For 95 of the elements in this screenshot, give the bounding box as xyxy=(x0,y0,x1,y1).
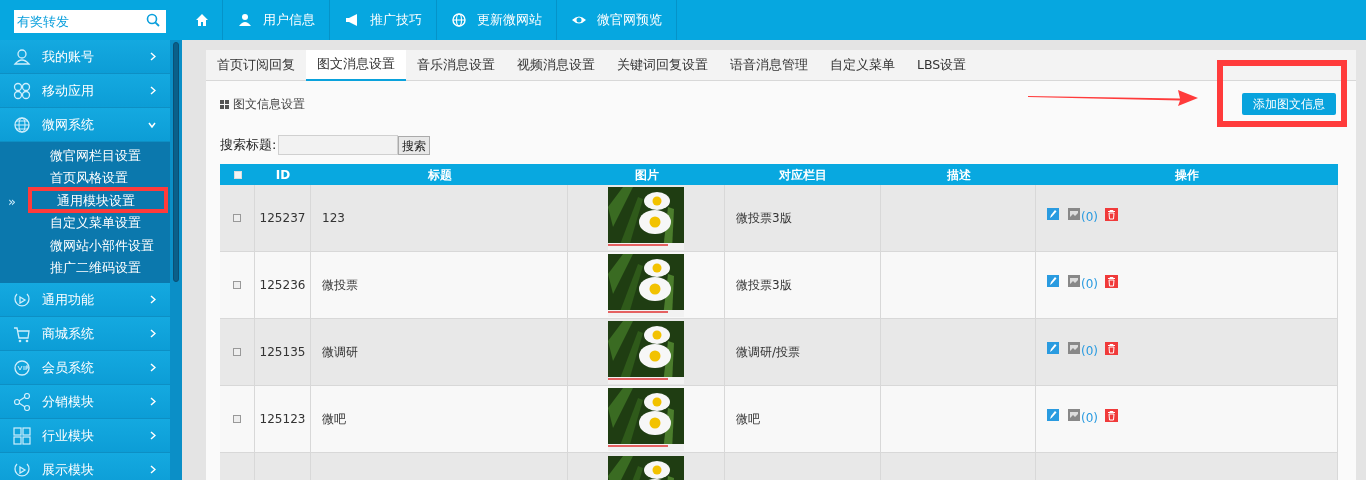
submenu-item[interactable]: 首页风格设置 xyxy=(50,169,128,189)
person-icon xyxy=(13,47,31,66)
chevron-right-icon xyxy=(150,86,156,95)
column-header: 对应栏目 xyxy=(779,166,827,184)
person-icon xyxy=(237,12,253,28)
edit-icon[interactable] xyxy=(1047,342,1059,354)
table-cell-text: 123 xyxy=(322,210,345,227)
title-search-field[interactable] xyxy=(278,135,399,155)
home-icon xyxy=(194,12,210,28)
sidebar-item[interactable]: 通用功能 xyxy=(0,283,170,317)
table-cell-text: 微吧 xyxy=(736,411,760,428)
tab[interactable]: 图文消息设置 xyxy=(306,50,406,81)
nav-item[interactable]: 微官网预览 xyxy=(557,0,677,40)
globe-icon xyxy=(13,115,31,134)
checkbox[interactable] xyxy=(233,415,241,423)
delete-icon[interactable] xyxy=(1105,208,1118,221)
checkbox[interactable] xyxy=(233,281,241,289)
submenu-item[interactable]: 微官网栏目设置 xyxy=(50,146,141,166)
circles-icon xyxy=(13,81,31,100)
image-icon[interactable] xyxy=(1068,275,1080,287)
tab[interactable]: 关键词回复设置 xyxy=(606,50,719,81)
edit-icon[interactable] xyxy=(1047,208,1059,220)
search-label: 搜索标题: xyxy=(220,136,277,155)
table-cell-text: 微投票3版 xyxy=(736,210,792,227)
cart-icon xyxy=(13,324,31,343)
image-icon[interactable] xyxy=(1068,409,1080,421)
delete-icon[interactable] xyxy=(1105,275,1118,288)
tab[interactable]: 视频消息设置 xyxy=(506,50,606,81)
megaphone-icon xyxy=(344,12,360,28)
nav-item[interactable]: 推广技巧 xyxy=(330,0,437,40)
sidebar-item[interactable]: 行业模块 xyxy=(0,419,170,453)
checkbox[interactable] xyxy=(233,348,241,356)
image-icon[interactable] xyxy=(1068,208,1080,220)
edit-icon[interactable] xyxy=(1047,409,1059,421)
submenu-item[interactable]: 微网站小部件设置 xyxy=(50,236,154,256)
checkbox[interactable] xyxy=(233,214,241,222)
table-cell-text: 微投票3版 xyxy=(736,277,792,294)
column-header: 标题 xyxy=(427,166,452,184)
sidebar-item[interactable]: 会员系统 xyxy=(0,351,170,385)
table-cell-text: 125135 xyxy=(259,344,306,361)
tab[interactable]: 音乐消息设置 xyxy=(406,50,506,81)
search-button[interactable]: 搜索 xyxy=(398,135,431,155)
sidebar-item[interactable]: 我的账号 xyxy=(0,40,170,74)
search-field[interactable]: 有奖转发 xyxy=(14,10,166,33)
image-icon[interactable] xyxy=(1068,342,1080,354)
table-cell-text: 微投票 xyxy=(322,277,358,294)
submenu-item[interactable]: 推广二维码设置 xyxy=(50,259,141,279)
grid-icon xyxy=(220,99,229,109)
count-link[interactable]: (0) xyxy=(1081,342,1098,360)
section-title: 图文信息设置 xyxy=(233,96,305,113)
nav-item[interactable]: 用户信息 xyxy=(223,0,330,40)
table-cell-text: 125236 xyxy=(259,277,306,294)
sidebar-item[interactable]: 商城系统 xyxy=(0,317,170,351)
submenu-item[interactable]: 通用模块设置 xyxy=(57,191,135,211)
share-icon xyxy=(13,392,31,411)
chevron-right-icon xyxy=(150,465,156,474)
chevron-right-icon xyxy=(150,363,156,372)
sidebar-item[interactable]: 分销模块 xyxy=(0,385,170,419)
table-cell-text: 125123 xyxy=(259,411,306,428)
chevron-down-icon xyxy=(148,120,156,129)
grid-icon xyxy=(13,426,31,445)
column-header: 图片 xyxy=(634,166,659,184)
chevron-right-icon xyxy=(150,397,156,406)
chevron-right-icon xyxy=(150,295,156,304)
sidebar-item[interactable]: 移动应用 xyxy=(0,74,170,108)
count-link[interactable]: (0) xyxy=(1081,409,1098,427)
column-header: ID xyxy=(275,166,291,184)
table-cell-text: 微调研/投票 xyxy=(736,344,801,361)
table-cell-text: 125237 xyxy=(259,210,306,227)
chevron-right-icon xyxy=(150,329,156,338)
chevron-right-icon xyxy=(150,52,156,61)
chevron-right-icon xyxy=(150,431,156,440)
column-header: 操作 xyxy=(1175,166,1199,184)
scrollbar[interactable] xyxy=(173,42,179,282)
tab[interactable]: LBS设置 xyxy=(906,50,978,81)
column-header: 描述 xyxy=(946,166,971,184)
submenu-item[interactable]: 自定义菜单设置 xyxy=(50,214,141,234)
tab[interactable]: 自定义菜单 xyxy=(819,50,906,81)
edit-icon[interactable] xyxy=(1047,275,1059,287)
table-cell-text: 微调研 xyxy=(322,344,358,361)
add-button[interactable]: 添加图文信息 xyxy=(1242,93,1336,115)
delete-icon[interactable] xyxy=(1105,409,1118,422)
tab[interactable]: 语音消息管理 xyxy=(719,50,819,81)
count-link[interactable]: (0) xyxy=(1081,208,1098,226)
nav-item[interactable]: 更新微网站 xyxy=(437,0,557,40)
globe-icon xyxy=(451,12,467,28)
table-cell-text: 微吧 xyxy=(322,411,346,428)
vip-icon xyxy=(13,358,31,377)
sidebar-item[interactable]: 微网系统 xyxy=(0,108,170,142)
current-marker: » xyxy=(8,192,16,211)
count-link[interactable]: (0) xyxy=(1081,275,1098,293)
search-icon[interactable] xyxy=(146,12,160,27)
tab[interactable]: 首页订阅回复 xyxy=(206,50,306,81)
sidebar-item[interactable]: 展示模块 xyxy=(0,453,170,480)
delete-icon[interactable] xyxy=(1105,342,1118,355)
